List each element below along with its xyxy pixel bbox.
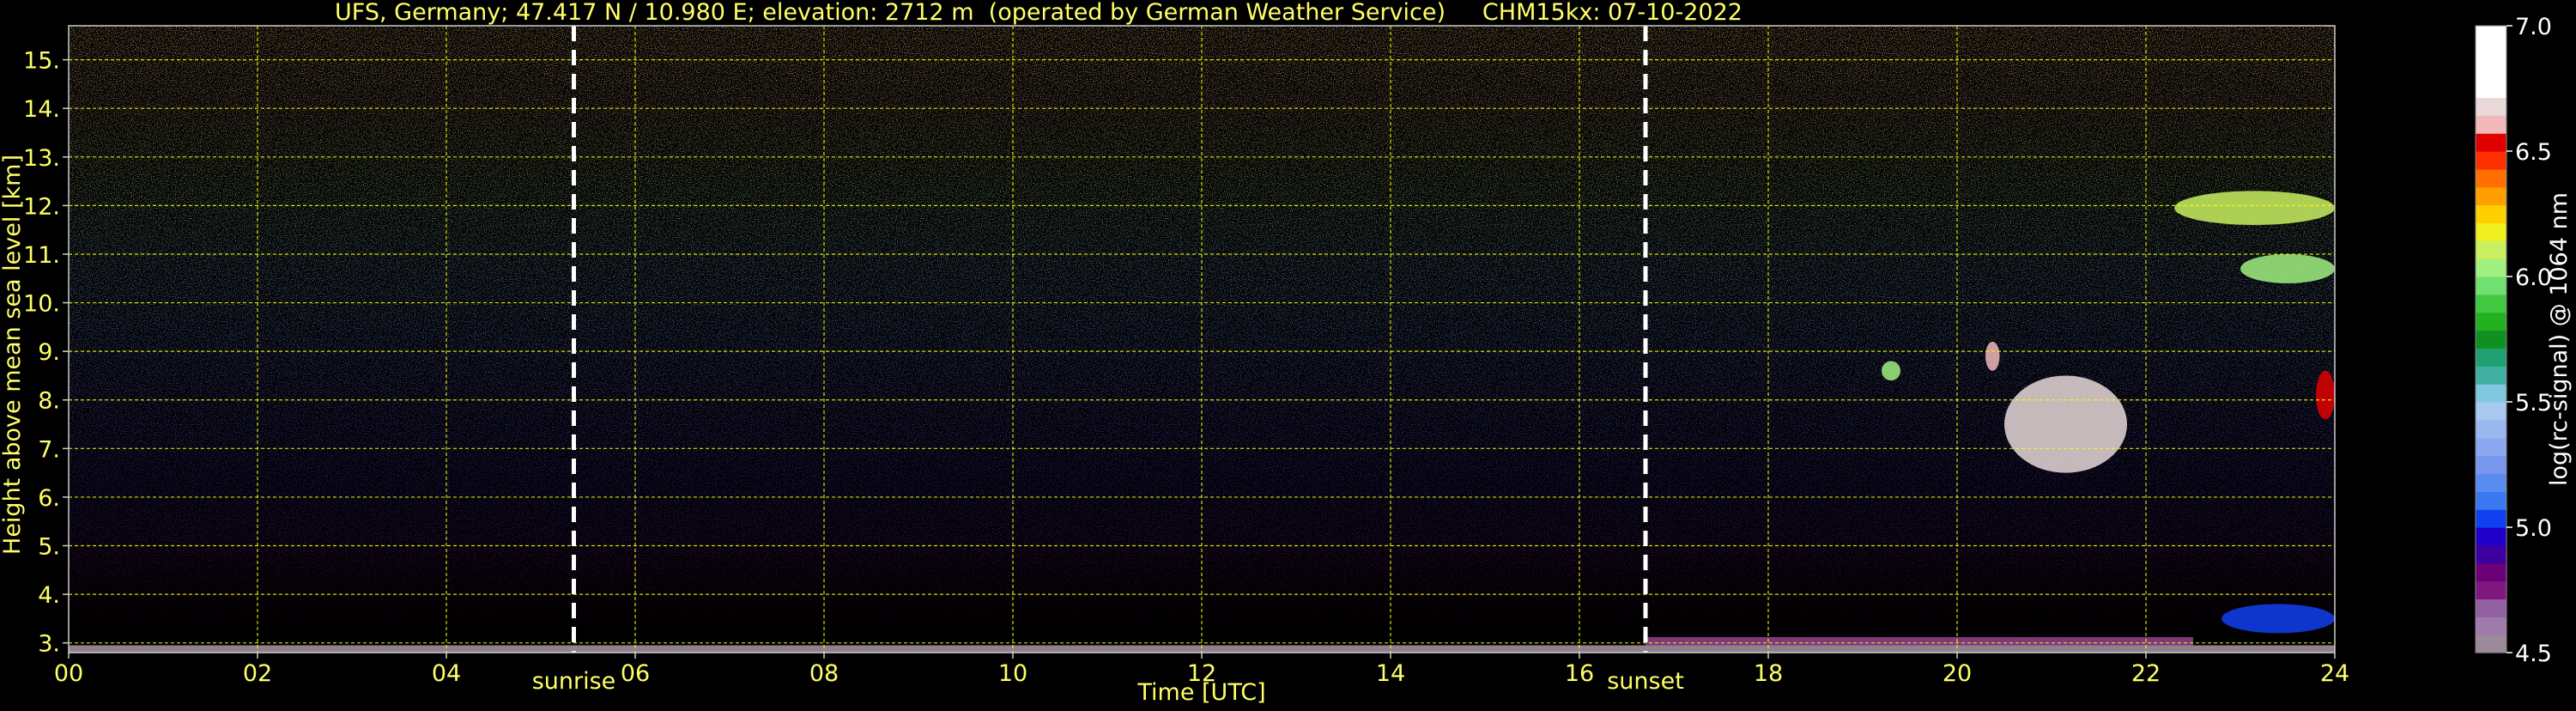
colorbar-swatch — [2476, 419, 2506, 439]
colorbar-tick-label: 4.5 — [2515, 641, 2552, 667]
cloud-feature — [1985, 341, 2000, 371]
cloud-feature — [2004, 375, 2127, 473]
colorbar-swatch — [2476, 61, 2506, 81]
x-tick-label: 16 — [1565, 660, 1594, 687]
colorbar-swatch — [2476, 79, 2506, 99]
y-tick-label: 11. — [23, 242, 60, 269]
colorbar-swatch — [2476, 133, 2506, 152]
colorbar: 7.06.56.05.55.04.5 — [2475, 14, 2552, 667]
x-tick-label: 24 — [2320, 660, 2349, 687]
colorbar-label: log(rc-signal) @ 1064 nm — [2546, 192, 2573, 486]
y-tick-label: 15. — [23, 48, 60, 75]
y-tick-label: 12. — [23, 193, 60, 220]
x-tick-label: 18 — [1754, 660, 1783, 687]
colorbar-swatch — [2476, 617, 2506, 635]
colorbar-swatch — [2476, 437, 2506, 457]
colorbar-swatch — [2476, 580, 2506, 600]
y-tick-label: 8. — [38, 388, 60, 415]
x-tick-label: 20 — [1943, 660, 1972, 687]
ground-band-evening — [1646, 636, 2193, 646]
colorbar-swatch — [2476, 168, 2506, 188]
y-axis-ticks: 3. 4. 5. 6. 7. 8. 9. 10. 11. 12. 13. 14. 15. — [23, 48, 69, 658]
chart-svg: sunrise sunset 00 02 04 06 08 10 12 14 16 18 20 22 24… — [0, 0, 2573, 706]
x-axis-label: Time [UTC] — [1136, 679, 1265, 706]
colorbar-swatch — [2476, 562, 2506, 582]
x-tick-label: 10 — [998, 660, 1027, 687]
y-tick-label: 6. — [38, 485, 60, 512]
colorbar-swatch — [2476, 402, 2506, 421]
cloud-feature — [1882, 361, 1900, 381]
colorbar-swatch — [2476, 635, 2506, 653]
y-tick-label: 3. — [38, 631, 60, 658]
x-tick-label: 06 — [621, 660, 650, 687]
x-tick-label: 04 — [432, 660, 461, 687]
ceilometer-figure: sunrise sunset 00 02 04 06 08 10 12 14 16 18 20 22 24… — [0, 0, 2576, 708]
y-tick-label: 7. — [38, 436, 60, 463]
cloud-feature — [2316, 370, 2335, 420]
colorbar-tick-label: 6.5 — [2515, 139, 2552, 166]
y-tick-label: 9. — [38, 339, 60, 366]
colorbar-swatch — [2476, 599, 2506, 617]
y-tick-label: 4. — [38, 582, 60, 609]
chart-title: UFS, Germany; 47.417 N / 10.980 E; eleva… — [335, 0, 1743, 26]
colorbar-swatch — [2476, 330, 2506, 349]
x-tick-label: 00 — [54, 660, 83, 687]
y-tick-label: 5. — [38, 534, 60, 561]
event-label-sunrise: sunrise — [532, 668, 616, 695]
y-tick-label: 13. — [23, 145, 60, 172]
colorbar-swatch — [2476, 312, 2506, 331]
cloud-feature — [2174, 191, 2335, 226]
colorbar-swatch — [2476, 491, 2506, 510]
event-label-sunset: sunset — [1607, 668, 1684, 695]
colorbar-swatch — [2476, 222, 2506, 241]
colorbar-swatch — [2476, 473, 2506, 492]
colorbar-swatch — [2476, 544, 2506, 564]
cloud-feature — [2240, 253, 2335, 283]
colorbar-swatch — [2476, 151, 2506, 170]
colorbar-swatch — [2476, 509, 2506, 528]
x-tick-label: 14 — [1376, 660, 1405, 687]
colorbar-swatch — [2476, 97, 2506, 116]
colorbar-swatch — [2476, 240, 2506, 259]
colorbar-swatch — [2476, 26, 2506, 45]
colorbar-swatch — [2476, 204, 2506, 224]
colorbar-swatch — [2476, 527, 2506, 546]
colorbar-swatch — [2476, 43, 2506, 63]
colorbar-swatch — [2476, 366, 2506, 385]
y-tick-label: 14. — [23, 96, 60, 123]
colorbar-swatch — [2476, 115, 2506, 134]
colorbar-swatch — [2476, 294, 2506, 313]
colorbar-swatch — [2476, 348, 2506, 367]
colorbar-swatch — [2476, 276, 2506, 295]
colorbar-tick-label: 5.0 — [2515, 515, 2552, 542]
y-axis-label: Height above mean sea level [km] — [0, 155, 26, 555]
colorbar-swatch — [2476, 455, 2506, 475]
colorbar-swatch — [2476, 258, 2506, 277]
cloud-feature — [2221, 604, 2335, 634]
colorbar-swatch — [2476, 384, 2506, 403]
colorbar-swatch — [2476, 186, 2506, 206]
colorbar-tick-label: 7.0 — [2515, 14, 2552, 40]
x-tick-label: 22 — [2131, 660, 2161, 687]
x-tick-label: 08 — [809, 660, 839, 687]
y-tick-label: 10. — [23, 291, 60, 318]
x-tick-label: 02 — [243, 660, 272, 687]
